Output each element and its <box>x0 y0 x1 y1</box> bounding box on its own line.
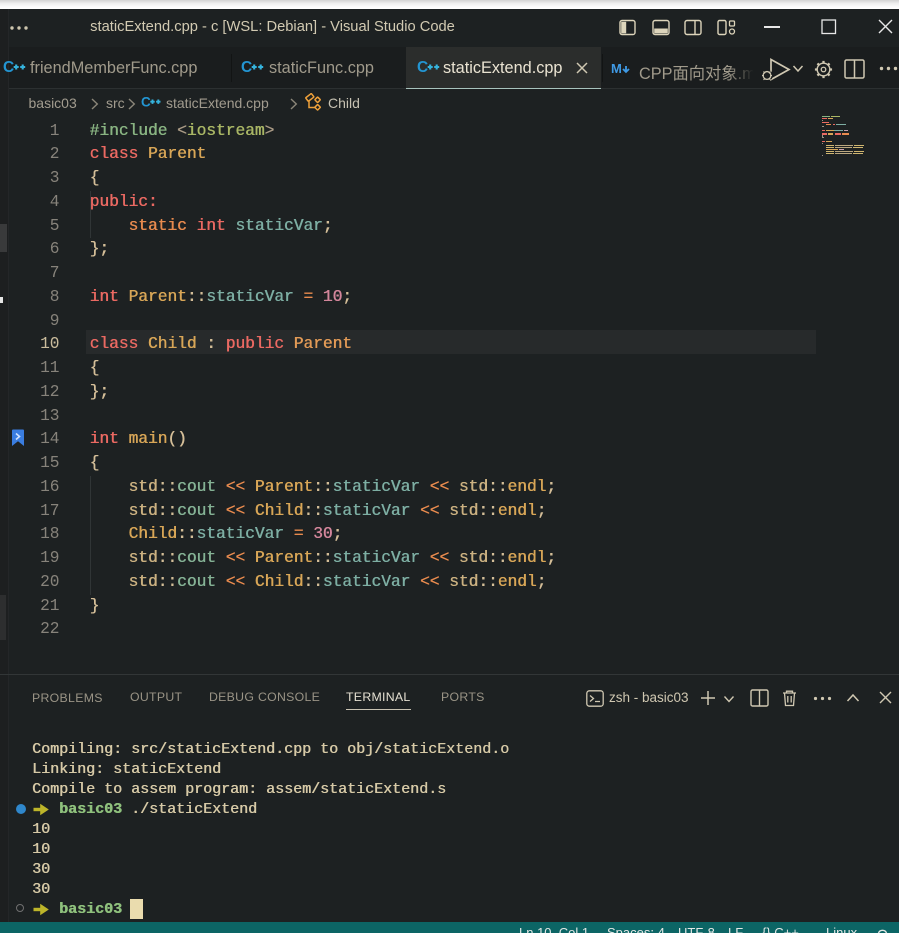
svg-text:C: C <box>241 59 252 75</box>
svg-text:M: M <box>611 61 622 76</box>
svg-text:C: C <box>417 59 428 75</box>
svg-text:C: C <box>3 59 14 75</box>
svg-text:C: C <box>141 95 151 109</box>
